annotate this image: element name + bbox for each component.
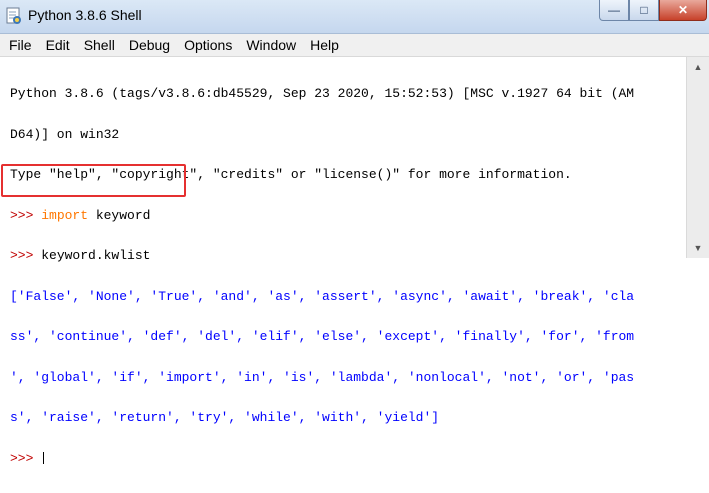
kwlist-command: keyword.kwlist (41, 248, 151, 263)
shell-text-area[interactable]: Python 3.8.6 (tags/v3.8.6:db45529, Sep 2… (0, 57, 686, 465)
menu-shell[interactable]: Shell (77, 37, 122, 53)
maximize-button[interactable]: □ (629, 0, 659, 21)
title-bar: Python 3.8.6 Shell — □ ✕ (0, 0, 709, 34)
menu-bar: File Edit Shell Debug Options Window Hel… (0, 34, 709, 57)
menu-help[interactable]: Help (303, 37, 346, 53)
shell-prompt: >>> (10, 207, 42, 223)
import-keyword: import (41, 207, 89, 223)
scroll-up-icon[interactable]: ▲ (690, 59, 706, 75)
maximize-icon: □ (640, 3, 648, 17)
vertical-scrollbar[interactable]: ▲ ▼ (686, 57, 709, 258)
command-line-kwlist: >>> keyword.kwlist (10, 249, 686, 263)
shell-output: Python 3.8.6 (tags/v3.8.6:db45529, Sep 2… (10, 60, 686, 492)
python-idle-icon (6, 7, 21, 24)
input-line[interactable]: >>> (10, 450, 686, 466)
menu-window[interactable]: Window (239, 37, 303, 53)
menu-options[interactable]: Options (177, 37, 239, 53)
shell-prompt: >>> (10, 450, 42, 466)
text-cursor (43, 451, 45, 464)
output-line: s', 'raise', 'return', 'try', 'while', '… (10, 410, 440, 425)
import-target: keyword (88, 207, 151, 223)
menu-edit[interactable]: Edit (39, 37, 77, 53)
window-title: Python 3.8.6 Shell (28, 7, 142, 23)
minimize-icon: — (608, 3, 620, 17)
menu-debug[interactable]: Debug (122, 37, 177, 53)
menu-file[interactable]: File (0, 37, 39, 53)
output-line: ['False', 'None', 'True', 'and', 'as', '… (10, 288, 635, 304)
banner-line: Python 3.8.6 (tags/v3.8.6:db45529, Sep 2… (10, 86, 635, 101)
close-icon: ✕ (677, 3, 689, 17)
annotation-highlight-box (1, 164, 186, 197)
command-line-import: >>> import keyword (10, 207, 686, 223)
output-line: ', 'global', 'if', 'import', 'in', 'is',… (10, 369, 635, 385)
shell-prompt: >>> (10, 248, 42, 263)
banner-line: D64)] on win32 (10, 126, 120, 142)
output-line: ss', 'continue', 'def', 'del', 'elif', '… (10, 329, 635, 344)
minimize-button[interactable]: — (599, 0, 629, 21)
close-button[interactable]: ✕ (659, 0, 707, 21)
window-controls: — □ ✕ (599, 0, 707, 24)
scroll-down-icon[interactable]: ▼ (690, 240, 706, 256)
